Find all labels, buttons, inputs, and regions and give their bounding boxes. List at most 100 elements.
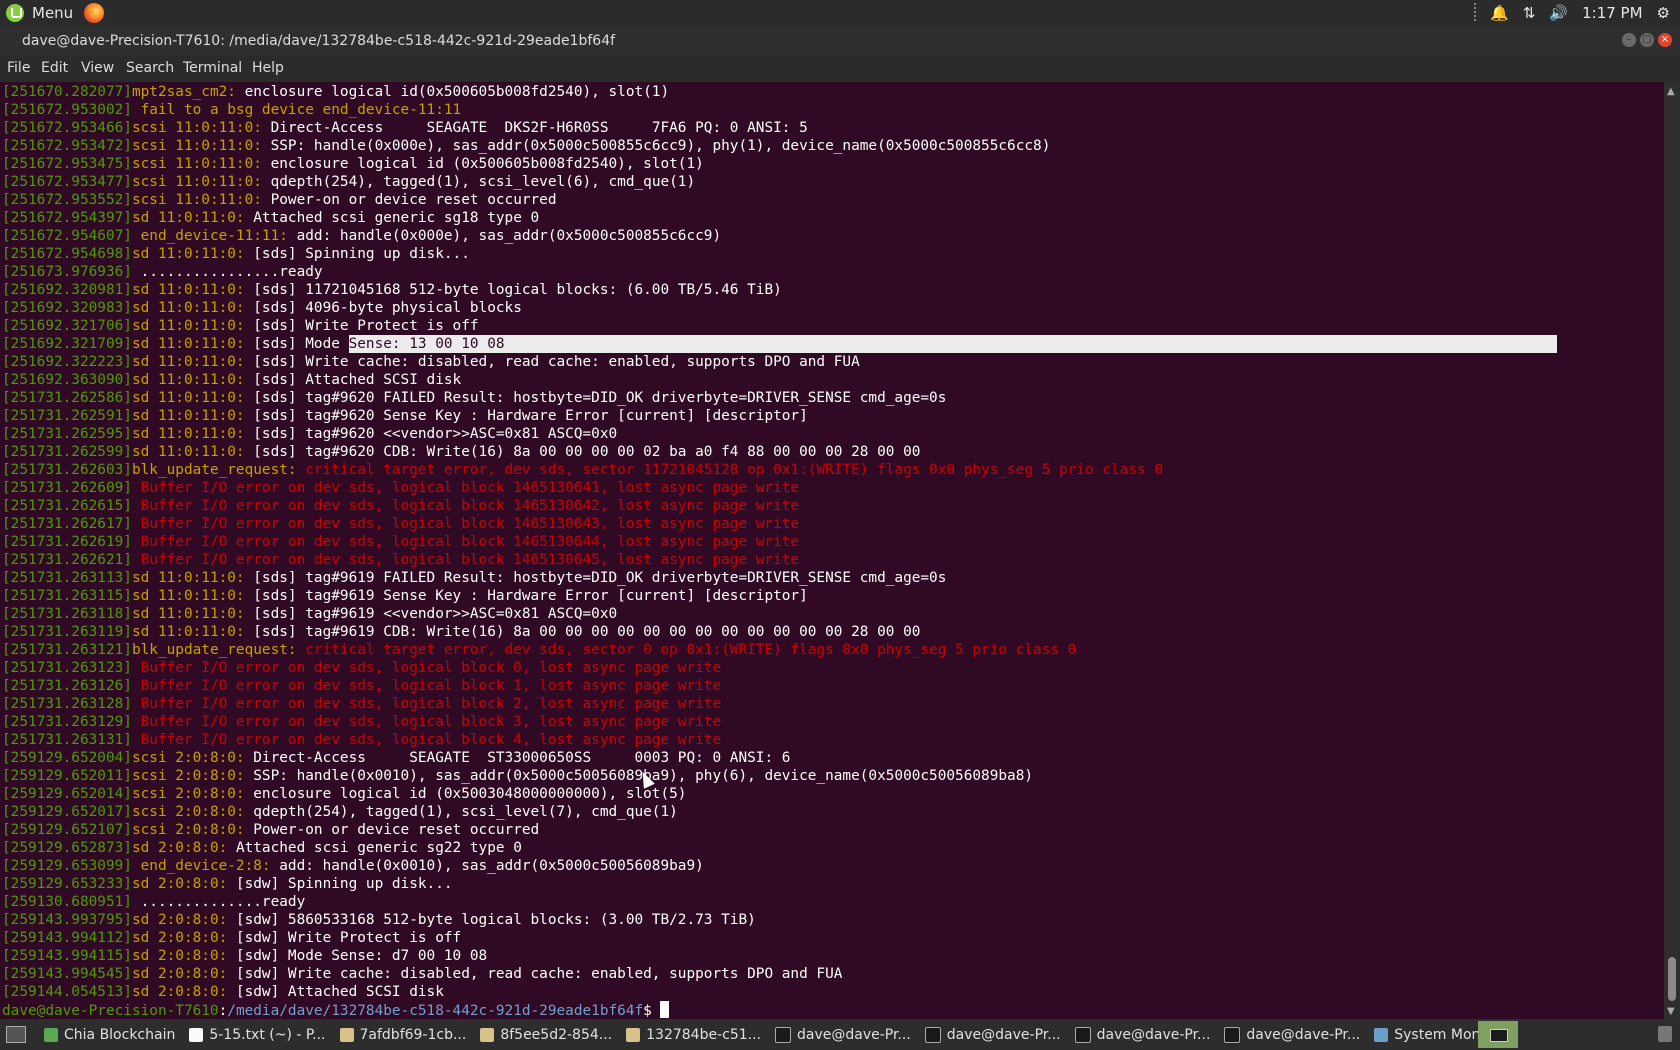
log-message: Attached scsi generic sg22 type 0 [227, 840, 522, 856]
folder-icon [626, 1027, 641, 1042]
terminal-line: [251692.320981]sd 11:0:11:0: [sds] 11721… [2, 281, 1664, 299]
folder-icon [480, 1027, 495, 1042]
terminal-line: [251731.262621] Buffer I/O error on dev … [2, 551, 1664, 569]
log-message: Buffer I/O error on dev sds, logical blo… [131, 732, 722, 748]
notifications-bell-icon[interactable]: 🔔 [1490, 4, 1509, 22]
text-cursor [660, 1001, 670, 1018]
taskbar-item-label: 7afdbf69-1cb... [359, 1026, 467, 1043]
terminal-scrollbar[interactable]: ▲ ▼ [1664, 82, 1680, 1019]
prompt-separator: : [218, 1003, 228, 1019]
log-message: add: handle(0x0010), sas_addr(0x5000c500… [270, 858, 704, 874]
log-device: sd 11:0:11:0: [131, 318, 245, 334]
menu-view[interactable]: View [81, 60, 114, 76]
selected-text: Sense: 13 00 10 08 [348, 335, 1557, 353]
terminal-line: [251731.263131] Buffer I/O error on dev … [2, 731, 1664, 749]
terminal-lines: [251670.282077]mpt2sas_cm2: enclosure lo… [0, 82, 1664, 1019]
menu-edit[interactable]: Edit [41, 60, 68, 76]
taskbar-item-label: 132784be-c51... [646, 1026, 761, 1043]
terminal-icon [1074, 1026, 1091, 1043]
show-desktop-icon[interactable] [6, 1026, 26, 1043]
shell-prompt[interactable]: dave@dave-Precision-T7610:/media/dave/13… [2, 1001, 1664, 1019]
log-device: sd 2:0:8:0: [131, 930, 228, 946]
terminal-output[interactable]: [251670.282077]mpt2sas_cm2: enclosure lo… [0, 82, 1664, 1019]
terminal-line: [251672.953552]scsi 11:0:11:0: Power-on … [2, 191, 1664, 209]
terminal-line: [251731.262619] Buffer I/O error on dev … [2, 533, 1664, 551]
terminal-line: [259144.054513]sd 2:0:8:0: [sdw] Attache… [2, 983, 1664, 1001]
log-timestamp: [251731.263115] [2, 588, 132, 604]
log-device: sd 11:0:11:0: [131, 408, 245, 424]
taskbar-item[interactable]: 132784be-c51... [620, 1019, 767, 1050]
taskbar-item[interactable]: Chia Blockchain [38, 1019, 181, 1050]
system-tray: 🔔 ⇅ 🔊 1:17 PM ⚙ [1474, 3, 1670, 23]
log-message: Direct-Access SEAGATE DKS2F-H6R0SS 7FA6 … [261, 120, 808, 136]
terminal-line: [259130.680951] ..............ready [2, 893, 1664, 911]
log-timestamp: [259143.993795] [2, 912, 132, 928]
taskbar-item[interactable]: dave@dave-Pr... [1069, 1019, 1217, 1050]
log-message: [sdw] Write Protect is off [227, 930, 462, 946]
taskbar-item[interactable]: 5-15.txt (~) - P... [183, 1019, 331, 1050]
taskbar-item[interactable]: dave@dave-Pr... [1218, 1019, 1366, 1050]
network-icon[interactable]: ⇅ [1523, 4, 1536, 22]
log-message: [sds] tag#9619 FAILED Result: hostbyte=D… [244, 570, 947, 586]
menu-label: Menu [32, 4, 74, 22]
scroll-up-arrow-icon[interactable]: ▲ [1667, 86, 1675, 97]
log-device: sd 2:0:8:0: [131, 876, 228, 892]
firefox-launcher-icon[interactable] [84, 3, 104, 23]
log-timestamp: [259129.652014] [2, 786, 132, 802]
terminal-line: [259129.652014]scsi 2:0:8:0: enclosure l… [2, 785, 1664, 803]
terminal-line: [251731.263118]sd 11:0:11:0: [sds] tag#9… [2, 605, 1664, 623]
terminal-line: [259143.993795]sd 2:0:8:0: [sdw] 5860533… [2, 911, 1664, 929]
menu-search[interactable]: Search [126, 60, 174, 76]
scrollbar-thumb[interactable] [1668, 957, 1676, 1001]
log-timestamp: [259129.652107] [2, 822, 132, 838]
window-titlebar[interactable]: dave@dave-Precision-T7610: /media/dave/1… [0, 27, 1680, 55]
log-timestamp: [259144.054513] [2, 984, 132, 1000]
log-message: ..............ready [131, 894, 306, 910]
main-menu-button[interactable]: Menu [6, 4, 73, 22]
log-message: Buffer I/O error on dev sds, logical blo… [131, 696, 722, 712]
prompt-path: /media/dave/132784be-c518-442c-921d-29ea… [227, 1003, 644, 1019]
clock[interactable]: 1:17 PM [1582, 4, 1642, 22]
bottom-taskbar: Chia Blockchain 5-15.txt (~) - P... 7afdbf… [0, 1019, 1680, 1050]
log-timestamp: [259129.652873] [2, 840, 132, 856]
log-device: sd 11:0:11:0: [131, 210, 245, 226]
log-timestamp: [251731.262615] [2, 498, 132, 514]
maximize-icon[interactable]: □ [1640, 33, 1654, 47]
scroll-down-arrow-icon[interactable]: ▼ [1667, 1006, 1675, 1017]
log-message: fail to a bsg device end_device-11:11 [131, 102, 462, 118]
terminal-line: [259129.652107]scsi 2:0:8:0: Power-on or… [2, 821, 1664, 839]
log-device: sd 11:0:11:0: [131, 246, 245, 262]
menu-file[interactable]: File [7, 60, 30, 76]
log-message: Buffer I/O error on dev sds, logical blo… [131, 480, 800, 496]
volume-icon[interactable]: 🔊 [1549, 4, 1568, 22]
minimize-icon[interactable]: – [1622, 33, 1636, 47]
menu-help[interactable]: Help [252, 60, 284, 76]
top-panel: Menu 🔔 ⇅ 🔊 1:17 PM ⚙ [0, 0, 1680, 27]
terminal-line: [251672.953475]scsi 11:0:11:0: enclosure… [2, 155, 1664, 173]
menu-terminal[interactable]: Terminal [183, 60, 242, 76]
log-timestamp: [259143.994112] [2, 930, 132, 946]
settings-gear-icon[interactable]: ⚙ [1657, 4, 1670, 22]
folder-icon [339, 1027, 354, 1042]
taskbar-item[interactable]: dave@dave-Pr... [919, 1019, 1067, 1050]
taskbar-item[interactable]: 8f5ee5d2-854... [474, 1019, 618, 1050]
taskbar-item[interactable]: 7afdbf69-1cb... [334, 1019, 473, 1050]
log-device: sd 2:0:8:0: [131, 948, 228, 964]
terminal-line: [259143.994112]sd 2:0:8:0: [sdw] Write P… [2, 929, 1664, 947]
taskbar-item-label: 5-15.txt (~) - P... [209, 1026, 326, 1043]
log-timestamp: [251672.953002] [2, 102, 132, 118]
log-timestamp: [251731.263126] [2, 678, 132, 694]
log-timestamp: [251731.262609] [2, 480, 132, 496]
log-timestamp: [251731.263129] [2, 714, 132, 730]
active-terminal-applet-icon[interactable] [1478, 1021, 1518, 1048]
log-timestamp: [251670.282077] [2, 84, 132, 100]
trash-icon[interactable] [1658, 1026, 1672, 1042]
close-icon[interactable]: × [1658, 33, 1672, 47]
tray-separator [1474, 3, 1477, 23]
log-message: [sds] Attached SCSI disk [244, 372, 462, 388]
terminal-line: [251731.262615] Buffer I/O error on dev … [2, 497, 1664, 515]
taskbar-item[interactable]: dave@dave-Pr... [769, 1019, 917, 1050]
log-device: blk_update_request: [131, 462, 297, 478]
log-timestamp: [251731.262617] [2, 516, 132, 532]
log-timestamp: [251731.263131] [2, 732, 132, 748]
